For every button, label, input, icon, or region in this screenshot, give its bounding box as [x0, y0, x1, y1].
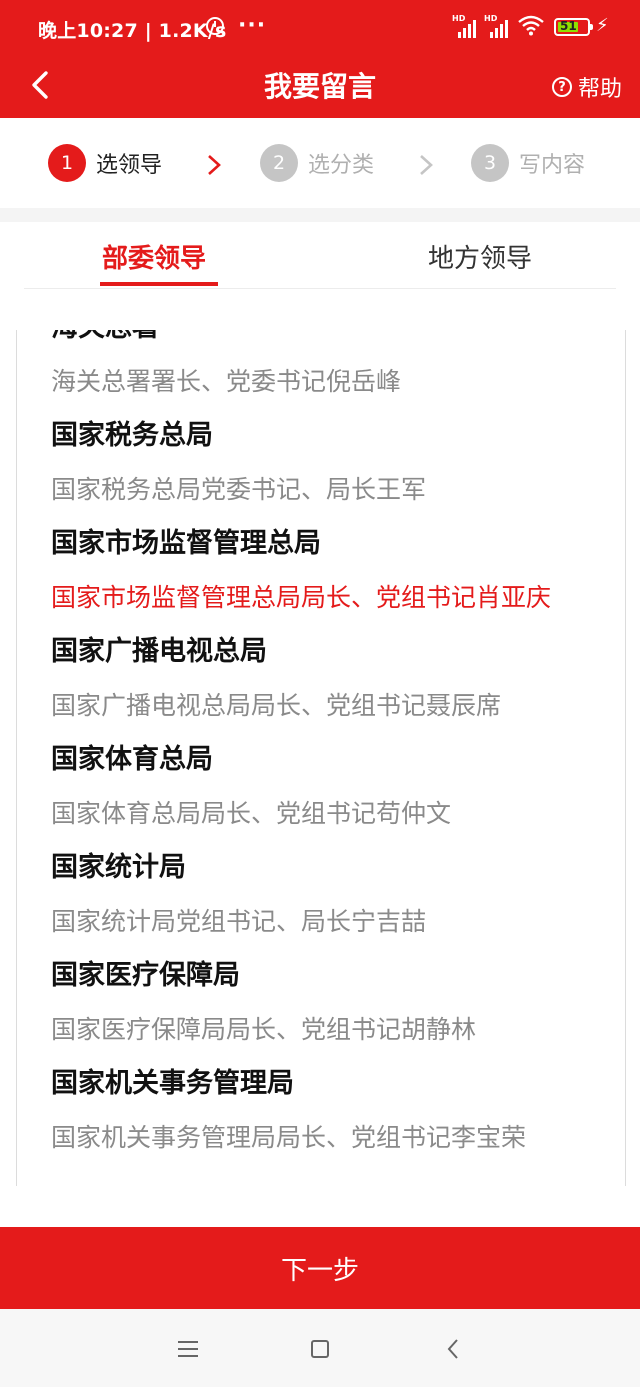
page-title: 我要留言: [263, 70, 376, 103]
next-step-button[interactable]: 下一步: [0, 1227, 640, 1309]
battery-icon: 51: [554, 18, 593, 36]
leader-option[interactable]: 国家税务总局党委书记、局长王军: [51, 472, 591, 508]
status-bar: 晚上10:27 | 1.2K/s ··· HD HD 51 ⚡: [0, 0, 640, 56]
help-button[interactable]: ? 帮助: [551, 71, 622, 103]
leader-option[interactable]: 国家市场监督管理总局局长、党组书记肖亚庆: [51, 580, 591, 616]
help-label: 帮助: [577, 77, 622, 102]
step-number: 3: [471, 144, 509, 182]
org-heading-partial: 海关总署: [51, 330, 591, 346]
status-time: 晚上10:27 | 1.2K/s: [38, 20, 227, 42]
org-heading: 国家统计局: [51, 852, 186, 883]
home-icon[interactable]: [311, 1340, 329, 1358]
system-back-icon[interactable]: [446, 1338, 460, 1360]
battery-level: 51: [560, 19, 577, 33]
leader-option[interactable]: 国家统计局党组书记、局长宁吉喆: [51, 904, 591, 940]
chevron-right-icon: [420, 155, 433, 175]
leader-option[interactable]: 国家广播电视总局局长、党组书记聂辰席: [51, 688, 591, 724]
leader-option[interactable]: 国家医疗保障局局长、党组书记胡静林: [51, 1012, 591, 1048]
charging-icon: ⚡: [596, 15, 609, 36]
step-1: 1 选领导: [48, 144, 162, 182]
step-2: 2 选分类: [260, 144, 374, 182]
leader-option[interactable]: 国家机关事务管理局局长、党组书记李宝荣: [51, 1120, 591, 1156]
org-heading: 国家税务总局: [51, 420, 213, 451]
step-label: 选分类: [308, 153, 375, 178]
more-notifications-icon: ···: [238, 13, 267, 38]
tab-divider: [24, 288, 616, 289]
help-icon: ?: [551, 77, 572, 97]
system-nav-bar: [0, 1309, 640, 1387]
org-heading: 国家医疗保障局: [51, 960, 240, 991]
chevron-right-icon: [208, 155, 221, 175]
alarm-icon: [206, 17, 224, 35]
step-indicator: 1 选领导 2 选分类 3 写内容: [0, 118, 640, 208]
org-heading: 国家体育总局: [51, 744, 213, 775]
recent-apps-icon[interactable]: [178, 1341, 198, 1357]
leader-option[interactable]: 海关总署署长、党委书记倪岳峰: [51, 364, 591, 400]
leader-list[interactable]: 海关总署 海关总署署长、党委书记倪岳峰国家税务总局国家税务总局党委书记、局长王军…: [16, 330, 626, 1186]
step-label: 写内容: [519, 153, 586, 178]
step-number: 1: [48, 144, 86, 182]
org-heading: 国家市场监督管理总局: [51, 528, 321, 559]
step-3: 3 写内容: [471, 144, 585, 182]
step-label: 选领导: [96, 153, 163, 178]
signal-icon: HD: [452, 14, 480, 38]
wifi-icon: [518, 15, 544, 36]
leader-option[interactable]: 国家体育总局局长、党组书记苟仲文: [51, 796, 591, 832]
nav-bar: 我要留言 ? 帮助: [0, 56, 640, 118]
org-heading: 国家机关事务管理局: [51, 1068, 294, 1099]
leader-list-content: 海关总署 海关总署署长、党委书记倪岳峰国家税务总局国家税务总局党委书记、局长王军…: [51, 330, 591, 1156]
leader-panel: 部委领导 地方领导 海关总署 海关总署署长、党委书记倪岳峰国家税务总局国家税务总…: [0, 222, 640, 1227]
tab-active-indicator: [100, 282, 218, 286]
app-header: 晚上10:27 | 1.2K/s ··· HD HD 51 ⚡ 我要留言 ? 帮…: [0, 0, 640, 118]
tab-local-leaders[interactable]: 地方领导: [428, 238, 532, 275]
org-heading: 国家广播电视总局: [51, 636, 267, 667]
step-number: 2: [260, 144, 298, 182]
signal-icon: HD: [484, 14, 512, 38]
tab-ministry-leaders[interactable]: 部委领导: [102, 238, 206, 275]
